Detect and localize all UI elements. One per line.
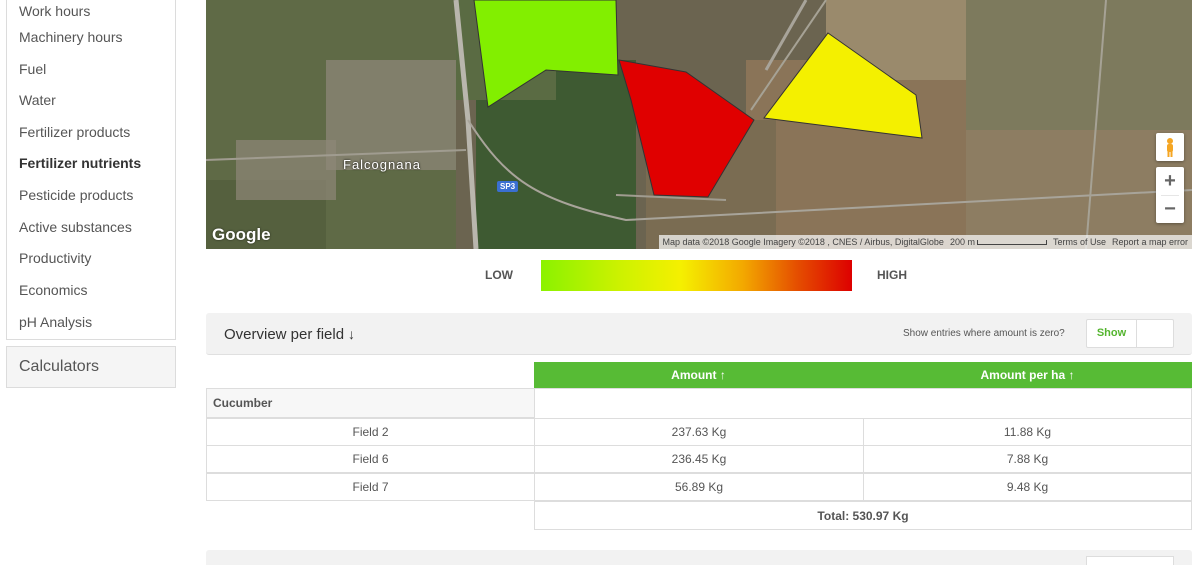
overview-panel-header[interactable]: Overview per field ↓ Show entries where a… (206, 313, 1192, 355)
legend-gradient (541, 260, 852, 291)
sort-down-icon: ↓ (348, 326, 356, 342)
report-error-link[interactable]: Report a map error (1112, 235, 1188, 249)
map-attribution: Map data ©2018 Google Imagery ©2018 , CN… (658, 235, 1192, 249)
calculators-button[interactable]: Calculators (6, 346, 176, 388)
sidebar-item-work-hours[interactable]: Work hours (19, 3, 90, 19)
street-view-button[interactable] (1156, 133, 1184, 161)
pegman-icon (1167, 138, 1173, 157)
google-logo: Google (212, 225, 271, 244)
legend-low-label: LOW (485, 268, 513, 282)
terms-link[interactable]: Terms of Use (1053, 235, 1106, 249)
place-label: Falcognana (343, 157, 421, 172)
field-name-cell: Field 6 (206, 445, 535, 473)
amount-cell: 236.45 Kg (534, 445, 864, 473)
sidebar-item-machinery-hours[interactable]: Machinery hours (19, 29, 123, 45)
sidebar-item-fuel[interactable]: Fuel (19, 61, 46, 77)
amount-per-ha-cell: 7.88 Kg (863, 445, 1192, 473)
calculators-label: Calculators (19, 358, 100, 375)
total-amount: Total: 530.97 Kg (534, 501, 1192, 530)
zero-entries-toggle[interactable]: Show (1086, 319, 1174, 348)
amount-per-ha-column-header[interactable]: Amount per ha ↑ (863, 362, 1192, 388)
sidebar-item-water[interactable]: Water (19, 92, 56, 108)
sidebar-item-fertilizer-nutrients[interactable]: Fertilizer nutrients (19, 155, 141, 171)
satellite-imagery (206, 0, 1192, 249)
amount-cell: 56.89 Kg (534, 473, 864, 501)
field-name-cell: Field 2 (206, 418, 535, 446)
zoom-out-button[interactable]: − (1156, 195, 1184, 223)
scale-label: 200 m (950, 235, 1047, 249)
sidebar-item-active-substances[interactable]: Active substances (19, 219, 132, 235)
crop-group-label: Cucumber (206, 388, 535, 418)
next-panel-header[interactable] (206, 550, 1192, 565)
zero-entries-question: Show entries where amount is zero? (903, 328, 1065, 339)
sidebar-item-pesticide-products[interactable]: Pesticide products (19, 187, 133, 203)
sidebar-item-fertilizer-products[interactable]: Fertilizer products (19, 124, 130, 140)
field-name-cell: Field 7 (206, 473, 535, 501)
sidebar-item-productivity[interactable]: Productivity (19, 250, 91, 266)
zoom-control: + − (1156, 167, 1184, 223)
legend-high-label: HIGH (877, 268, 907, 282)
zoom-in-button[interactable]: + (1156, 167, 1184, 195)
overview-title: Overview per field ↓ (224, 326, 356, 343)
sidebar-item-economics[interactable]: Economics (19, 282, 87, 298)
amount-per-ha-cell: 9.48 Kg (863, 473, 1192, 501)
amount-per-ha-cell: 11.88 Kg (863, 418, 1192, 446)
road-badge: SP3 (497, 181, 519, 192)
sidebar-item-ph-analysis[interactable]: pH Analysis (19, 314, 92, 330)
next-panel-toggle[interactable] (1086, 556, 1174, 565)
sidebar-menu: Work hours Machinery hours Fuel Water Fe… (6, 0, 176, 340)
map-data-text: Map data ©2018 Google Imagery ©2018 , CN… (662, 237, 944, 247)
crop-group-spacer (534, 388, 1192, 418)
amount-cell: 237.63 Kg (534, 418, 864, 446)
show-button[interactable]: Show (1087, 320, 1137, 347)
amount-column-header[interactable]: Amount ↑ (534, 362, 863, 388)
field-map[interactable]: Falcognana SP3 Google + − Map data ©2018… (206, 0, 1192, 249)
